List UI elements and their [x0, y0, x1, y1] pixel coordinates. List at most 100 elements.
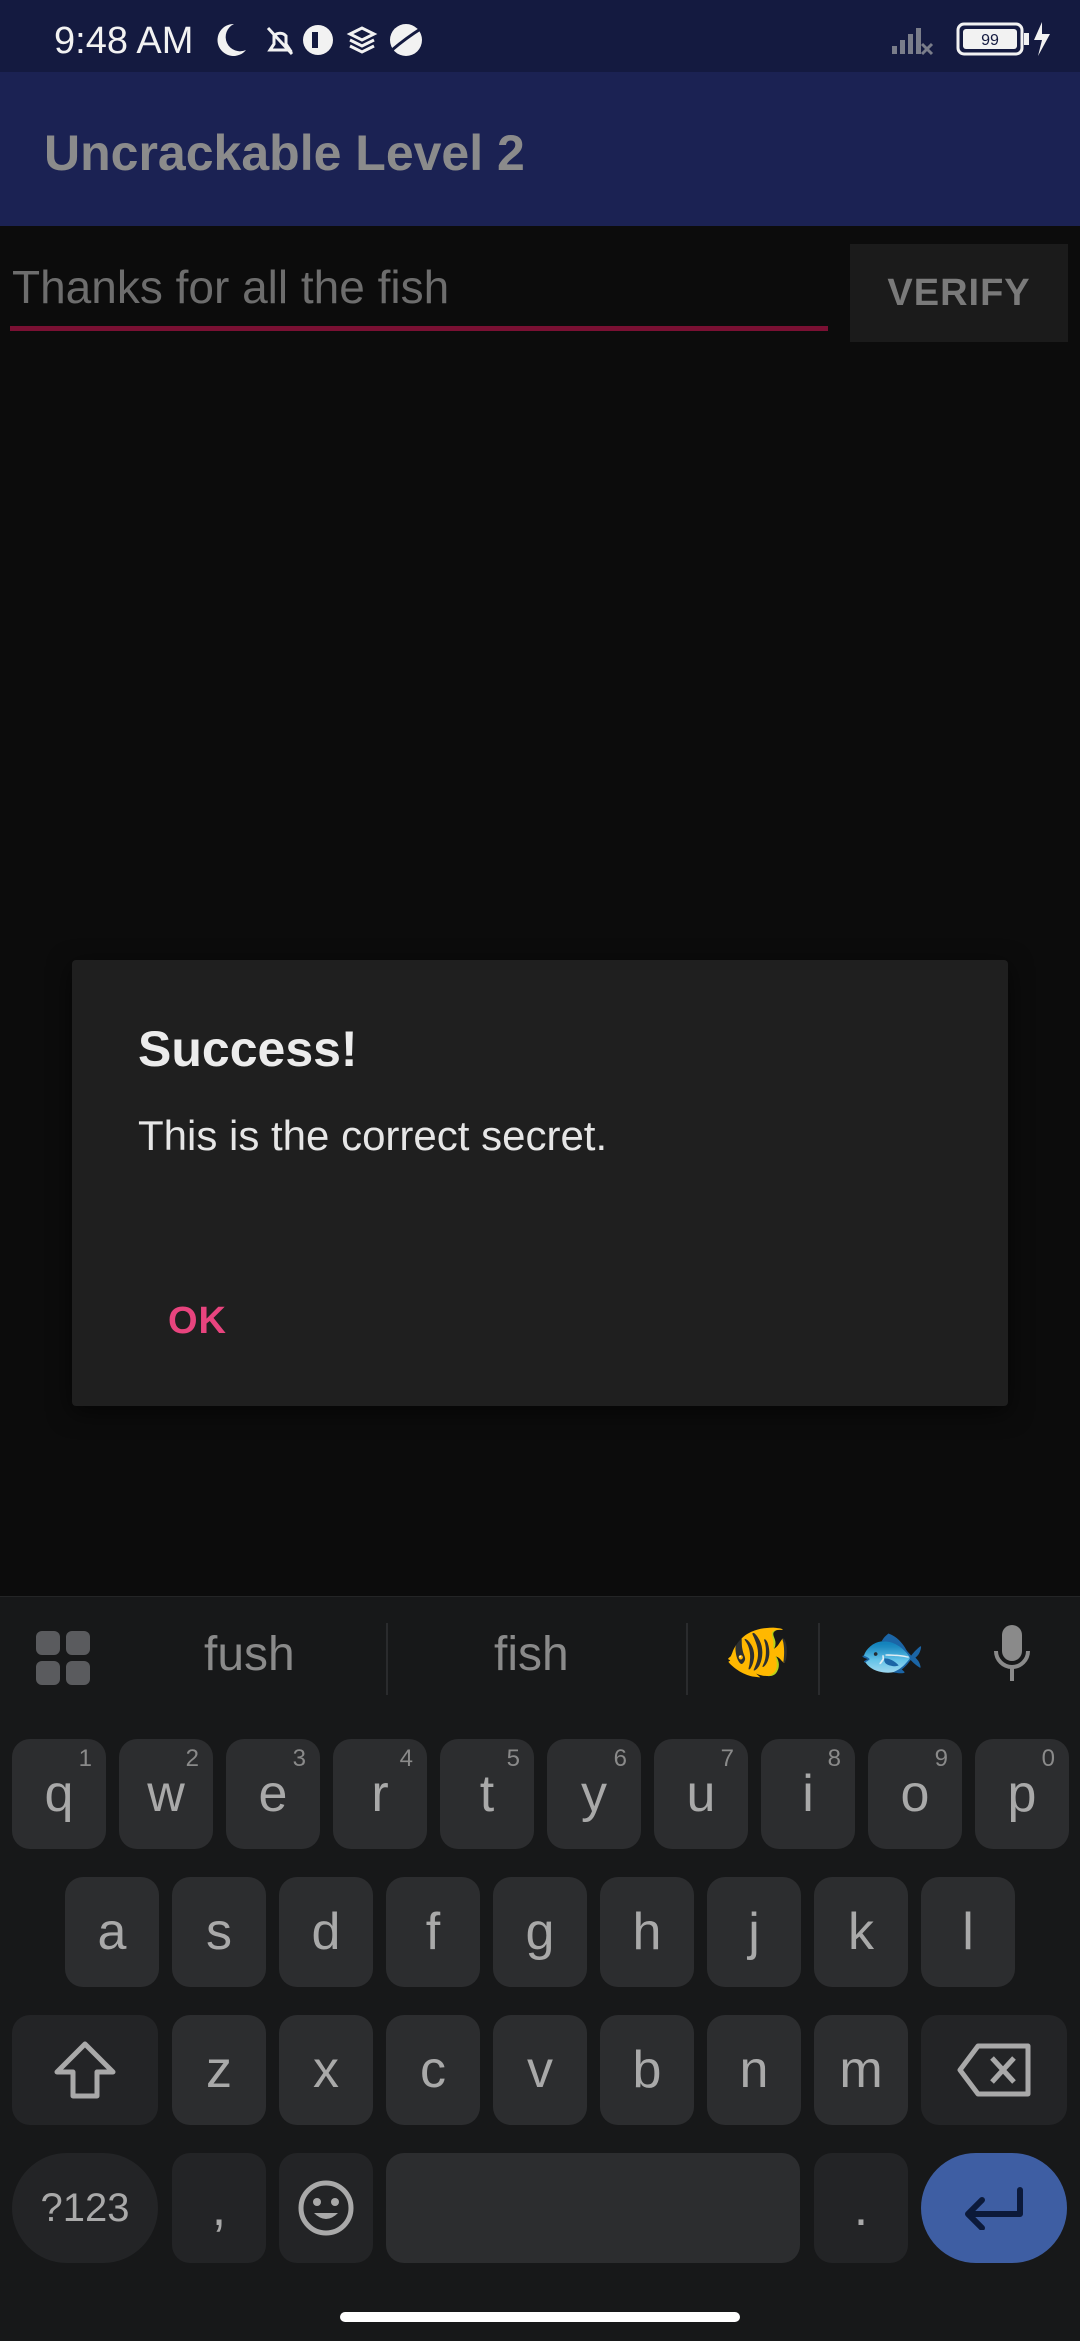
key-q[interactable]: q1 [12, 1739, 106, 1849]
backspace-key[interactable] [921, 2015, 1067, 2125]
key-c[interactable]: c [386, 2015, 480, 2125]
app-title: Uncrackable Level 2 [44, 125, 525, 181]
key-label: l [962, 1903, 974, 1961]
key-g[interactable]: g [493, 1877, 587, 1987]
fish-emoji-suggestion[interactable]: 🐟 [858, 1621, 925, 1684]
key-w[interactable]: w2 [119, 1739, 213, 1849]
status-bar: 9:48 AM 99 [0, 0, 1080, 72]
charging-icon [1034, 22, 1050, 56]
suggestion-divider [386, 1623, 388, 1695]
key-r[interactable]: r4 [333, 1739, 427, 1849]
key-j[interactable]: j [707, 1877, 801, 1987]
apps-grid-icon[interactable] [36, 1631, 90, 1685]
dialog-message: This is the correct secret. [138, 1112, 608, 1159]
key-d[interactable]: d [279, 1877, 373, 1987]
key-label: o [900, 1765, 930, 1823]
key-y[interactable]: y6 [547, 1739, 641, 1849]
key-o[interactable]: o9 [868, 1739, 962, 1849]
key-f[interactable]: f [386, 1877, 480, 1987]
suggestion-divider [686, 1623, 688, 1695]
key-label: v [527, 2041, 553, 2099]
space-key[interactable] [386, 2153, 800, 2263]
key-p[interactable]: p0 [975, 1739, 1069, 1849]
key-hint: 9 [934, 1745, 948, 1772]
shift-icon [54, 2041, 116, 2099]
shift-key[interactable] [12, 2015, 158, 2125]
suggestion-item[interactable]: fush [204, 1627, 295, 1682]
key-label: b [632, 2041, 662, 2099]
moon-icon [217, 23, 246, 56]
key-label: h [632, 1903, 662, 1961]
key-hint: 6 [613, 1745, 627, 1772]
key-v[interactable]: v [493, 2015, 587, 2125]
key-u[interactable]: u7 [654, 1739, 748, 1849]
period-key[interactable]: . [814, 2153, 908, 2263]
secret-input[interactable] [10, 252, 832, 322]
planet-icon [390, 24, 423, 56]
bell-off-icon [266, 26, 294, 56]
key-hint: 4 [399, 1745, 413, 1772]
key-label: e [258, 1765, 288, 1823]
suggestion-bar: fush fish 🐠 🐟 [0, 1597, 1080, 1717]
key-label: f [425, 1903, 441, 1961]
key-hint: 3 [292, 1745, 306, 1772]
home-indicator[interactable] [340, 2312, 740, 2322]
key-k[interactable]: k [814, 1877, 908, 1987]
suggestion-divider [818, 1623, 820, 1695]
key-h[interactable]: h [600, 1877, 694, 1987]
key-i[interactable]: i8 [761, 1739, 855, 1849]
app-icon [303, 25, 333, 55]
key-label: k [848, 1903, 874, 1961]
key-z[interactable]: z [172, 2015, 266, 2125]
key-label: m [839, 2041, 883, 2099]
status-notification-icons [217, 23, 423, 56]
key-hint: 2 [185, 1745, 199, 1772]
layers-icon [346, 26, 378, 54]
key-m[interactable]: m [814, 2015, 908, 2125]
key-hint: 5 [506, 1745, 520, 1772]
key-label: j [748, 1903, 760, 1961]
key-label: s [206, 1903, 232, 1961]
emoji-key[interactable] [279, 2153, 373, 2263]
key-e[interactable]: e3 [226, 1739, 320, 1849]
app-bar: Uncrackable Level 2 [0, 72, 1080, 226]
symbols-key[interactable]: ?123 [12, 2153, 158, 2263]
enter-key[interactable] [921, 2153, 1067, 2263]
key-a[interactable]: a [65, 1877, 159, 1987]
key-label: p [1007, 1765, 1037, 1823]
key-label: z [206, 2041, 232, 2099]
key-t[interactable]: t5 [440, 1739, 534, 1849]
dialog-title: Success! [138, 1021, 358, 1077]
comma-key[interactable]: , [172, 2153, 266, 2263]
key-label: x [313, 2041, 339, 2099]
battery-icon: 99 [956, 22, 1029, 56]
key-hint: 8 [827, 1745, 841, 1772]
key-l[interactable]: l [921, 1877, 1015, 1987]
emoji-icon [298, 2180, 354, 2236]
key-hint: 7 [720, 1745, 734, 1772]
key-label: g [525, 1903, 555, 1961]
key-label: u [686, 1765, 716, 1823]
key-s[interactable]: s [172, 1877, 266, 1987]
key-label: a [97, 1903, 127, 1961]
key-label: w [147, 1765, 185, 1823]
key-x[interactable]: x [279, 2015, 373, 2125]
key-label: r [371, 1765, 389, 1823]
key-label: , [211, 2179, 227, 2237]
key-label: d [311, 1903, 341, 1961]
signal-icon [892, 28, 934, 56]
backspace-icon [957, 2043, 1031, 2097]
key-label: q [44, 1765, 74, 1823]
key-n[interactable]: n [707, 2015, 801, 2125]
key-hint: 0 [1041, 1745, 1055, 1772]
ok-button[interactable]: OK [168, 1300, 227, 1343]
key-hint: 1 [78, 1745, 92, 1772]
suggestion-item[interactable]: fish [494, 1627, 569, 1682]
enter-arrow-icon [965, 2187, 1023, 2230]
tropical-fish-emoji-suggestion[interactable]: 🐠 [724, 1621, 791, 1684]
key-b[interactable]: b [600, 2015, 694, 2125]
status-time: 9:48 AM [54, 20, 194, 62]
microphone-icon[interactable] [992, 1625, 1032, 1685]
verify-button[interactable]: VERIFY [850, 244, 1068, 342]
key-label: . [853, 2179, 869, 2237]
